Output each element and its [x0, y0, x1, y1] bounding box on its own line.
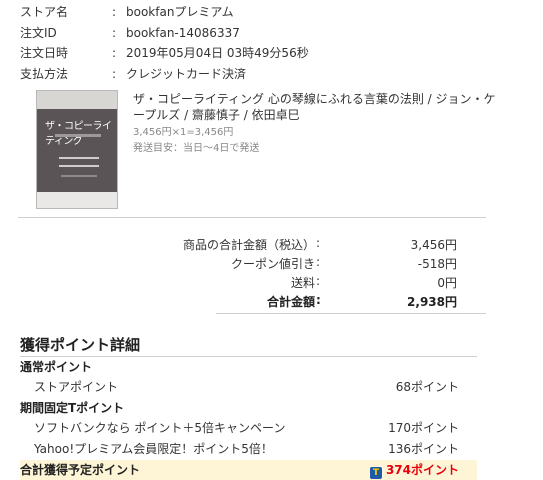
colon: : — [316, 274, 321, 288]
cover-decoration — [59, 157, 99, 159]
coupon-label: クーポン値引き — [230, 257, 315, 271]
cover-decoration — [61, 175, 97, 177]
shipping-label: 送料 — [290, 276, 315, 290]
cover-decoration — [55, 134, 101, 137]
separator: : — [112, 26, 117, 40]
divider — [216, 313, 486, 314]
yahoo-premium-row: Yahoo!プレミアム会員限定！ポイント5倍！ 136ポイント — [20, 439, 477, 459]
limited-points-label: 期間固定Tポイント — [20, 401, 125, 415]
cover-footer — [37, 192, 117, 208]
t-point-icon: T — [369, 467, 382, 479]
softbank-campaign-row: ソフトバンクなら ポイント＋5倍キャンペーン 170ポイント — [20, 418, 477, 438]
store-points-row: ストアポイント 68ポイント — [20, 377, 477, 397]
softbank-campaign-value: 170ポイント — [388, 421, 459, 435]
store-points-value: 68ポイント — [395, 380, 459, 394]
payment-method-value: クレジットカード決済 — [126, 67, 247, 81]
cover-decoration — [59, 165, 99, 167]
order-date-value: 2019年05月04日 03時49分56秒 — [126, 46, 309, 60]
total-points-row: 合計獲得予定ポイント T 374ポイント — [20, 460, 477, 480]
normal-points-section: 通常ポイント — [20, 357, 477, 377]
order-id-value: bookfan-14086337 — [126, 26, 240, 40]
cover-band — [37, 91, 117, 109]
limited-points-section: 期間固定Tポイント — [20, 398, 477, 418]
total-points-value: 374ポイント — [385, 463, 459, 477]
separator: : — [112, 46, 117, 60]
subtotal-value: 3,456円 — [410, 238, 457, 252]
total-points-label: 合計獲得予定ポイント — [20, 463, 141, 477]
product-title-link[interactable]: ザ・コピーライティング 心の琴線にふれる言葉の法則 / ジョン・ケープルズ / … — [133, 91, 503, 123]
colon: : — [316, 236, 321, 250]
colon: : — [316, 255, 321, 269]
store-name-value: bookfanプレミアム — [126, 5, 234, 19]
divider — [18, 217, 486, 218]
colon: : — [316, 293, 321, 307]
store-name-label: ストア名 — [20, 5, 69, 19]
separator: : — [112, 67, 117, 81]
book-cover-image[interactable]: ザ・コピーライティング — [36, 90, 118, 209]
order-date-label: 注文日時 — [20, 46, 69, 60]
shipping-value: 0円 — [437, 276, 457, 290]
separator: : — [112, 5, 117, 19]
shipping-estimate: 発送目安：当日～4日で発送 — [133, 143, 260, 154]
total-value: 2,938円 — [407, 295, 457, 309]
cover-title: ザ・コピーライティング — [45, 121, 112, 147]
yahoo-premium-value: 136ポイント — [388, 442, 459, 456]
coupon-value: -518円 — [417, 257, 457, 271]
total-points-value-wrap: T 374ポイント — [369, 460, 459, 480]
normal-points-label: 通常ポイント — [20, 360, 93, 374]
points-heading: 獲得ポイント詳細 — [20, 336, 141, 354]
yahoo-premium-label: Yahoo!プレミアム会員限定！ポイント5倍！ — [34, 442, 273, 456]
store-points-label: ストアポイント — [34, 380, 119, 394]
softbank-campaign-label: ソフトバンクなら ポイント＋5倍キャンペーン — [34, 421, 286, 435]
total-label: 合計金額 — [266, 295, 315, 309]
payment-method-label: 支払方法 — [20, 67, 69, 81]
product-price-line: 3,456円×1=3,456円 — [133, 127, 234, 138]
subtotal-label: 商品の合計金額（税込） — [182, 238, 315, 252]
order-id-label: 注文ID — [20, 26, 57, 40]
